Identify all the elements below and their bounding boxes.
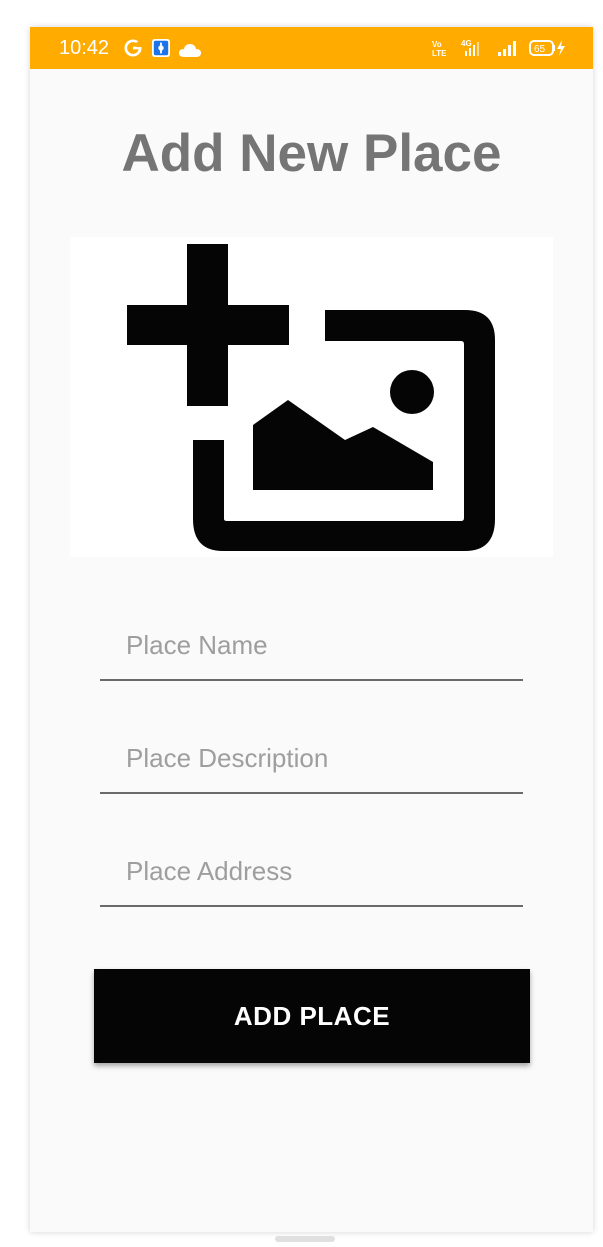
add-photo-icon[interactable]	[70, 237, 553, 557]
svg-text:4G: 4G	[461, 39, 472, 48]
cloud-icon	[179, 44, 201, 57]
status-bar: 10:42 Vo LTE 4G 65	[30, 27, 593, 69]
charging-icon	[557, 40, 565, 56]
place-address-input[interactable]	[126, 841, 516, 901]
place-name-input[interactable]	[126, 615, 516, 675]
add-place-button[interactable]: ADD PLACE	[94, 969, 530, 1063]
status-right-group: Vo LTE 4G 65	[431, 37, 567, 59]
status-time: 10:42	[59, 37, 110, 59]
svg-text:Vo: Vo	[432, 40, 442, 49]
app-screen: 10:42 Vo LTE 4G 65 Add New Place Place N…	[30, 27, 593, 1232]
place-address-field	[100, 841, 523, 907]
battery-icon: 65	[529, 40, 565, 56]
google-icon	[124, 39, 142, 57]
screenshot-frame: 10:42 Vo LTE 4G 65 Add New Place Place N…	[0, 0, 603, 1247]
place-description-field	[100, 728, 523, 794]
svg-text:LTE: LTE	[432, 49, 447, 58]
signal-icon	[498, 41, 516, 56]
place-description-input[interactable]	[126, 728, 516, 788]
4g-signal-icon: 4G	[461, 39, 479, 56]
place-name-field	[100, 615, 523, 681]
page-title: Add New Place	[121, 124, 502, 183]
volte-icon: Vo LTE	[432, 40, 447, 58]
image-picker[interactable]	[70, 237, 553, 557]
home-indicator	[275, 1236, 335, 1242]
app-notification-icon	[152, 39, 170, 57]
battery-level-text: 65	[534, 44, 546, 55]
